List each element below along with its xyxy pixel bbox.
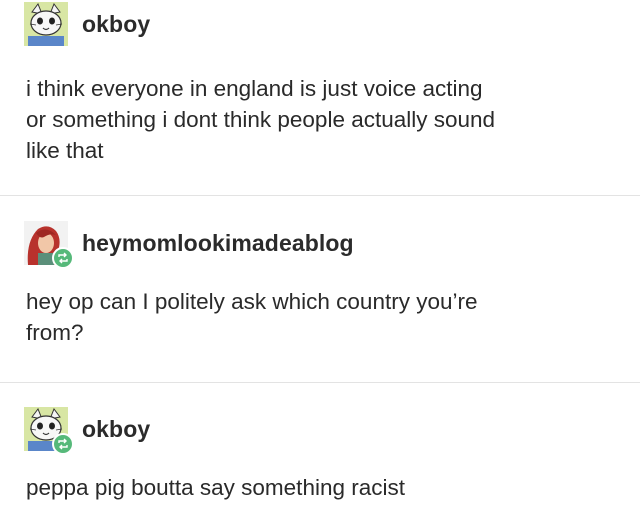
post-line: or something i dont think people actuall… [26,107,496,132]
reblog-icon [58,252,68,264]
post-header: heymomlookimadeablog [24,221,354,269]
post: okboy peppa pig boutta say something rac… [0,384,640,510]
reblog-icon [58,438,68,450]
username[interactable]: okboy [82,11,150,38]
avatar[interactable] [24,2,68,46]
post-header: okboy [24,407,150,455]
reblog-badge [52,247,74,269]
post-line: peppa pig boutta say something racist [26,475,405,500]
post-header: okboy [24,2,150,46]
username[interactable]: heymomlookimadeablog [82,230,354,257]
divider [0,382,640,383]
post-line: like that [26,138,104,163]
post: okboy i think everyone in england is jus… [0,0,640,196]
post-body: peppa pig boutta say something racist [26,472,626,503]
post-line: hey op can I politely ask which country … [26,289,478,314]
avatar[interactable] [24,221,74,269]
avatar[interactable] [24,407,74,455]
reblog-badge [52,433,74,455]
post-line: from? [26,320,84,345]
post-body: hey op can I politely ask which country … [26,286,626,348]
divider [0,195,640,196]
post: heymomlookimadeablog hey op can I polite… [0,197,640,383]
cat-avatar-icon [24,2,68,46]
post-body: i think everyone in england is just voic… [26,73,626,166]
post-line: i think everyone in england is just voic… [26,76,483,101]
username[interactable]: okboy [82,416,150,443]
